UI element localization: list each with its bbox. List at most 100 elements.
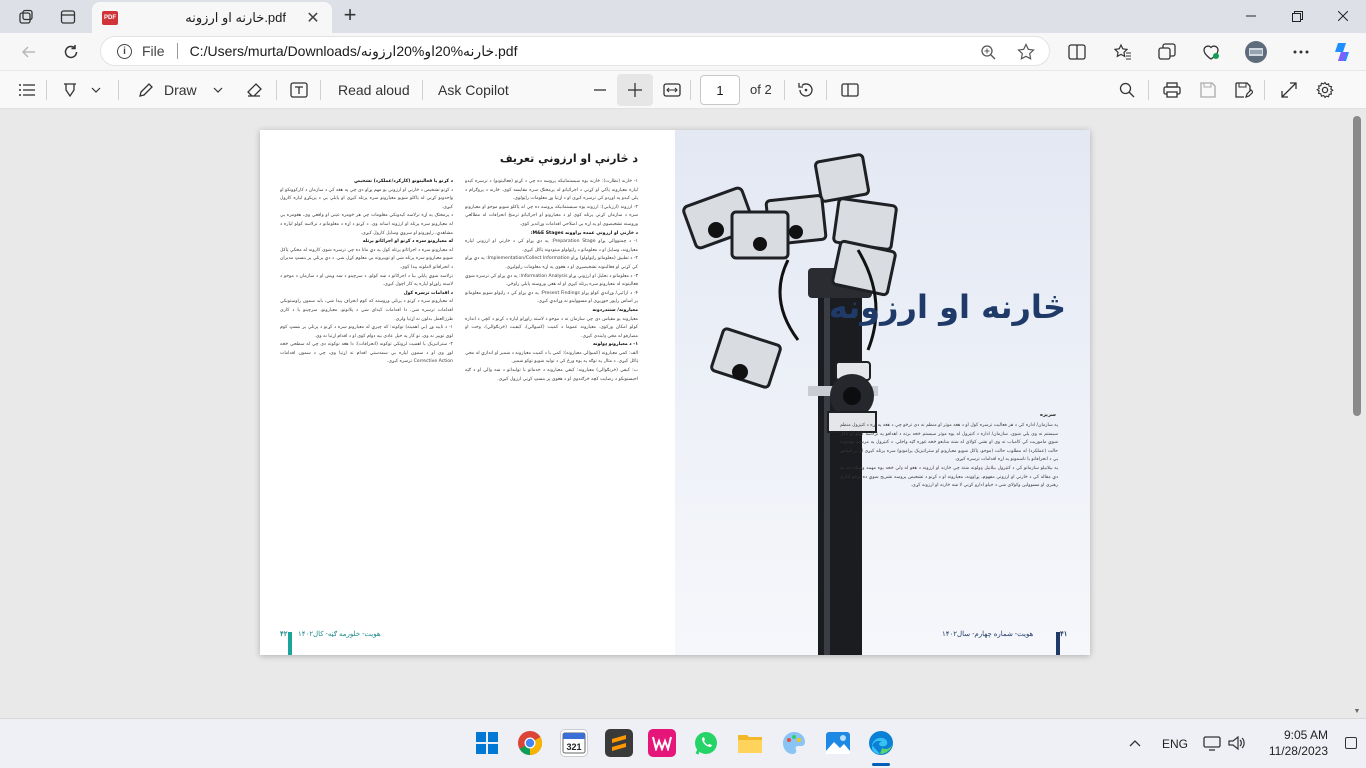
- zoom-out-icon[interactable]: [588, 78, 612, 102]
- draw-button[interactable]: Draw: [164, 78, 197, 102]
- read-aloud-button[interactable]: Read aloud: [338, 78, 410, 102]
- edge-icon[interactable]: [867, 729, 895, 757]
- page-number-right: ۴۱: [1060, 631, 1068, 638]
- url-text[interactable]: C:/Users/murta/Downloads/خارنه%20او%20ار…: [190, 43, 518, 60]
- performance-icon[interactable]: [1198, 39, 1224, 65]
- pdf-viewer[interactable]: د څارنې او ارزونې تعریف ۱- څارنه (نظارت)…: [0, 110, 1366, 718]
- paragraph: ترلاسه شوې پایلې بیا د اجرائاتو د ښه کول…: [280, 273, 453, 288]
- page-number-input[interactable]: 1: [700, 75, 740, 105]
- refresh-button[interactable]: [56, 37, 86, 67]
- notifications-icon[interactable]: [1345, 737, 1357, 749]
- contents-icon[interactable]: [15, 78, 39, 102]
- restore-button[interactable]: [1274, 0, 1320, 32]
- paragraph: ۱- د تایید وړ (بې اهمیته) توکونه: که چېر…: [280, 325, 453, 339]
- rotate-icon[interactable]: [794, 78, 818, 102]
- paragraph: د پرمختګ په اړه ترلاسه کېدونکي معلومات چ…: [280, 213, 453, 236]
- fit-width-icon[interactable]: [660, 78, 684, 102]
- divider: [690, 80, 691, 100]
- svg-text:321: 321: [566, 742, 581, 752]
- language-indicator[interactable]: ENG: [1162, 737, 1188, 751]
- tab-close-button[interactable]: ✕: [304, 8, 322, 28]
- eraser-icon[interactable]: [242, 78, 266, 102]
- volume-icon[interactable]: [1228, 735, 1246, 754]
- page-number-left: ۴۲: [280, 631, 288, 638]
- profile-avatar[interactable]: [1243, 39, 1269, 65]
- scrollbar-thumb[interactable]: [1353, 116, 1361, 416]
- favorite-star-icon[interactable]: [1015, 41, 1037, 63]
- paragraph: د کړنو تشخیص د څارنې او ارزونې یو مهم پړ…: [280, 187, 453, 210]
- new-tab-button[interactable]: +: [338, 4, 362, 28]
- tab-active-pdf[interactable]: PDF خارنه او ارزونه.pdf ✕: [92, 2, 332, 33]
- fullscreen-icon[interactable]: [1277, 78, 1301, 102]
- clock-time: 9:05 AM: [1283, 728, 1328, 742]
- paragraph: له معیارونو سره د اجرائاتو پرتله کول په …: [280, 247, 453, 270]
- back-button[interactable]: [14, 37, 44, 67]
- system-clock[interactable]: 9:05 AM 11/28/2023: [1256, 727, 1328, 759]
- info-icon[interactable]: i: [117, 43, 132, 59]
- divider: [1148, 80, 1149, 100]
- network-icon[interactable]: [1203, 735, 1221, 754]
- pdf-page-spread: د څارنې او ارزونې تعریف ۱- څارنه (نظارت)…: [260, 130, 1090, 655]
- workspaces-icon[interactable]: [12, 4, 40, 30]
- url-field[interactable]: i File C:/Users/murta/Downloads/خارنه%20…: [100, 36, 1050, 66]
- chevron-down-icon[interactable]: [206, 78, 230, 102]
- sublime-text-icon[interactable]: [605, 729, 633, 757]
- wampserver-icon[interactable]: [648, 729, 676, 757]
- tab-title: خارنه او ارزونه.pdf: [185, 9, 286, 25]
- paint-icon[interactable]: [780, 729, 808, 757]
- divider: [784, 80, 785, 100]
- intro-heading: سریزه: [1040, 412, 1056, 418]
- address-bar: i File C:/Users/murta/Downloads/خارنه%20…: [0, 33, 1366, 70]
- zoom-icon[interactable]: [977, 41, 999, 63]
- scroll-down-arrow-icon[interactable]: ▼: [1352, 708, 1362, 718]
- save-as-icon[interactable]: [1232, 78, 1256, 102]
- chrome-icon[interactable]: [516, 729, 544, 757]
- favorites-icon[interactable]: [1110, 39, 1136, 65]
- vertical-tabs-icon[interactable]: [54, 4, 82, 30]
- photos-icon[interactable]: [824, 729, 852, 757]
- divider: [46, 80, 47, 100]
- page-view-icon[interactable]: [838, 78, 862, 102]
- chevron-down-icon[interactable]: [84, 78, 108, 102]
- close-window-button[interactable]: [1320, 0, 1366, 32]
- intro-text-column: په سازمان/ اداره کې د هر فعالیت ترسره کو…: [840, 422, 1058, 622]
- paragraph: له معیارونو سره د کړنو د پرتلې وروسته که…: [280, 299, 453, 322]
- paragraph: ۴- د ارائیې/ وړاندې کولو پړاو Present Fi…: [465, 290, 638, 305]
- vertical-scrollbar[interactable]: ▼: [1350, 110, 1366, 718]
- paragraph: ۱- د معیارونو ډولونه: [592, 342, 638, 348]
- calendar-app-icon[interactable]: 321: [560, 729, 588, 757]
- split-screen-icon[interactable]: [1064, 39, 1090, 65]
- draw-icon[interactable]: [134, 78, 158, 102]
- print-icon[interactable]: [1160, 78, 1184, 102]
- copilot-icon[interactable]: [1330, 39, 1356, 65]
- minimize-button[interactable]: [1228, 0, 1274, 32]
- paragraph: په سازمان/ اداره کې د هر فعالیت ترسره کو…: [840, 423, 1058, 463]
- paragraph: ۲- ارزونه (ارزیابي): ارزونه یوه سیستماتی…: [465, 204, 638, 227]
- file-label: File: [142, 43, 165, 59]
- ask-copilot-button[interactable]: Ask Copilot: [438, 78, 509, 102]
- paragraph: د څارنې او ارزونې عمده پړاوونه M&E Stage…: [530, 230, 638, 236]
- pdf-icon: PDF: [102, 10, 118, 25]
- divider: [1264, 80, 1265, 100]
- taskbar: 321 ENG 9:05 AM 11/28/2023: [0, 718, 1366, 768]
- more-options-icon[interactable]: [1288, 39, 1314, 65]
- settings-gear-icon[interactable]: [1313, 78, 1337, 102]
- start-button[interactable]: [473, 729, 501, 757]
- divider: [422, 80, 423, 100]
- divider: [276, 80, 277, 100]
- divider: [118, 80, 119, 100]
- collections-icon[interactable]: [1154, 39, 1180, 65]
- tray-overflow-chevron-icon[interactable]: [1129, 735, 1141, 750]
- zoom-in-button[interactable]: [617, 74, 653, 106]
- pdf-toolbar: Draw Read aloud Ask Copilot 1 of 2: [0, 71, 1366, 109]
- clock-date: 11/28/2023: [1268, 744, 1328, 758]
- highlight-icon[interactable]: [58, 78, 82, 102]
- footer-left-text: هویت- خلورمه ګڼه- کال۱۴۰۲: [298, 631, 381, 638]
- edge-active-indicator: [872, 763, 890, 766]
- whatsapp-icon[interactable]: [692, 729, 720, 757]
- text-box-icon[interactable]: [287, 78, 311, 102]
- file-explorer-icon[interactable]: [736, 729, 764, 757]
- tab-strip: PDF خارنه او ارزونه.pdf ✕ +: [0, 0, 1366, 33]
- save-icon[interactable]: [1196, 78, 1220, 102]
- search-icon[interactable]: [1115, 78, 1139, 102]
